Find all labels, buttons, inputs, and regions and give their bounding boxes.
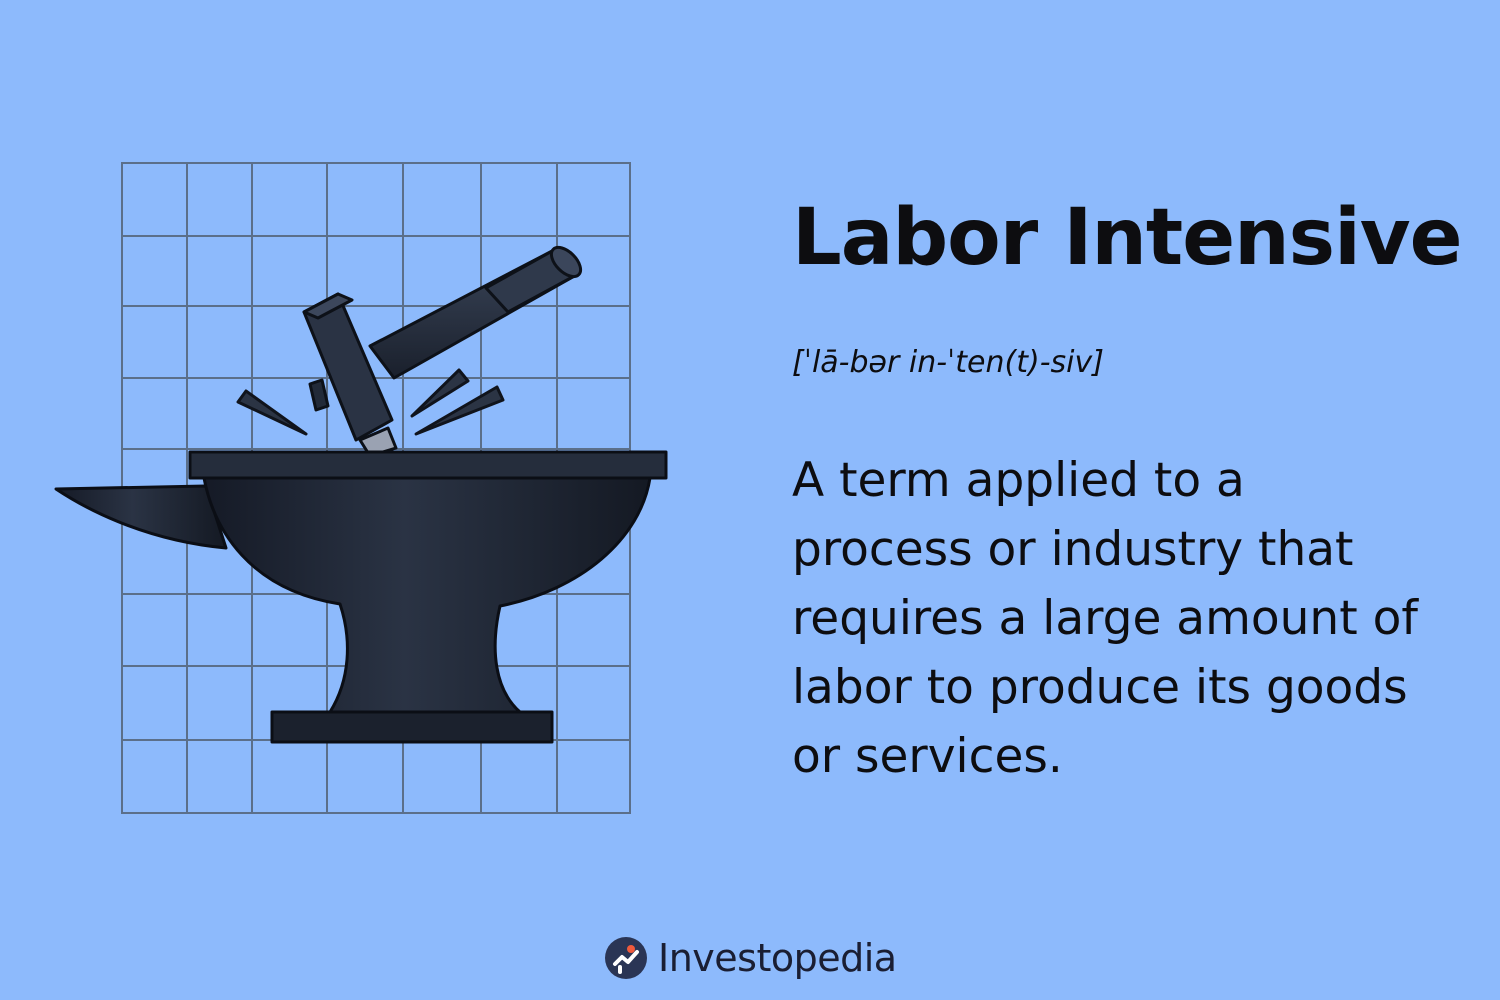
definition-line: or services. — [792, 729, 1063, 784]
definition-line: process or industry that — [792, 522, 1354, 577]
definition: A term applied to a process or industry … — [792, 446, 1472, 791]
anvil-icon — [54, 450, 668, 744]
brand: Investopedia — [604, 934, 897, 982]
illustration — [54, 162, 668, 814]
definition-line: labor to produce its goods — [792, 660, 1408, 715]
brand-name: Investopedia — [658, 936, 897, 980]
term-title: Labor Intensive — [792, 193, 1463, 283]
definition-line: A term applied to a — [792, 453, 1245, 508]
investopedia-logo-icon — [605, 937, 647, 979]
pronunciation: [ˈlā-bər in-ˈten(t)-siv] — [792, 345, 1104, 380]
definition-line: requires a large amount of — [792, 591, 1418, 646]
